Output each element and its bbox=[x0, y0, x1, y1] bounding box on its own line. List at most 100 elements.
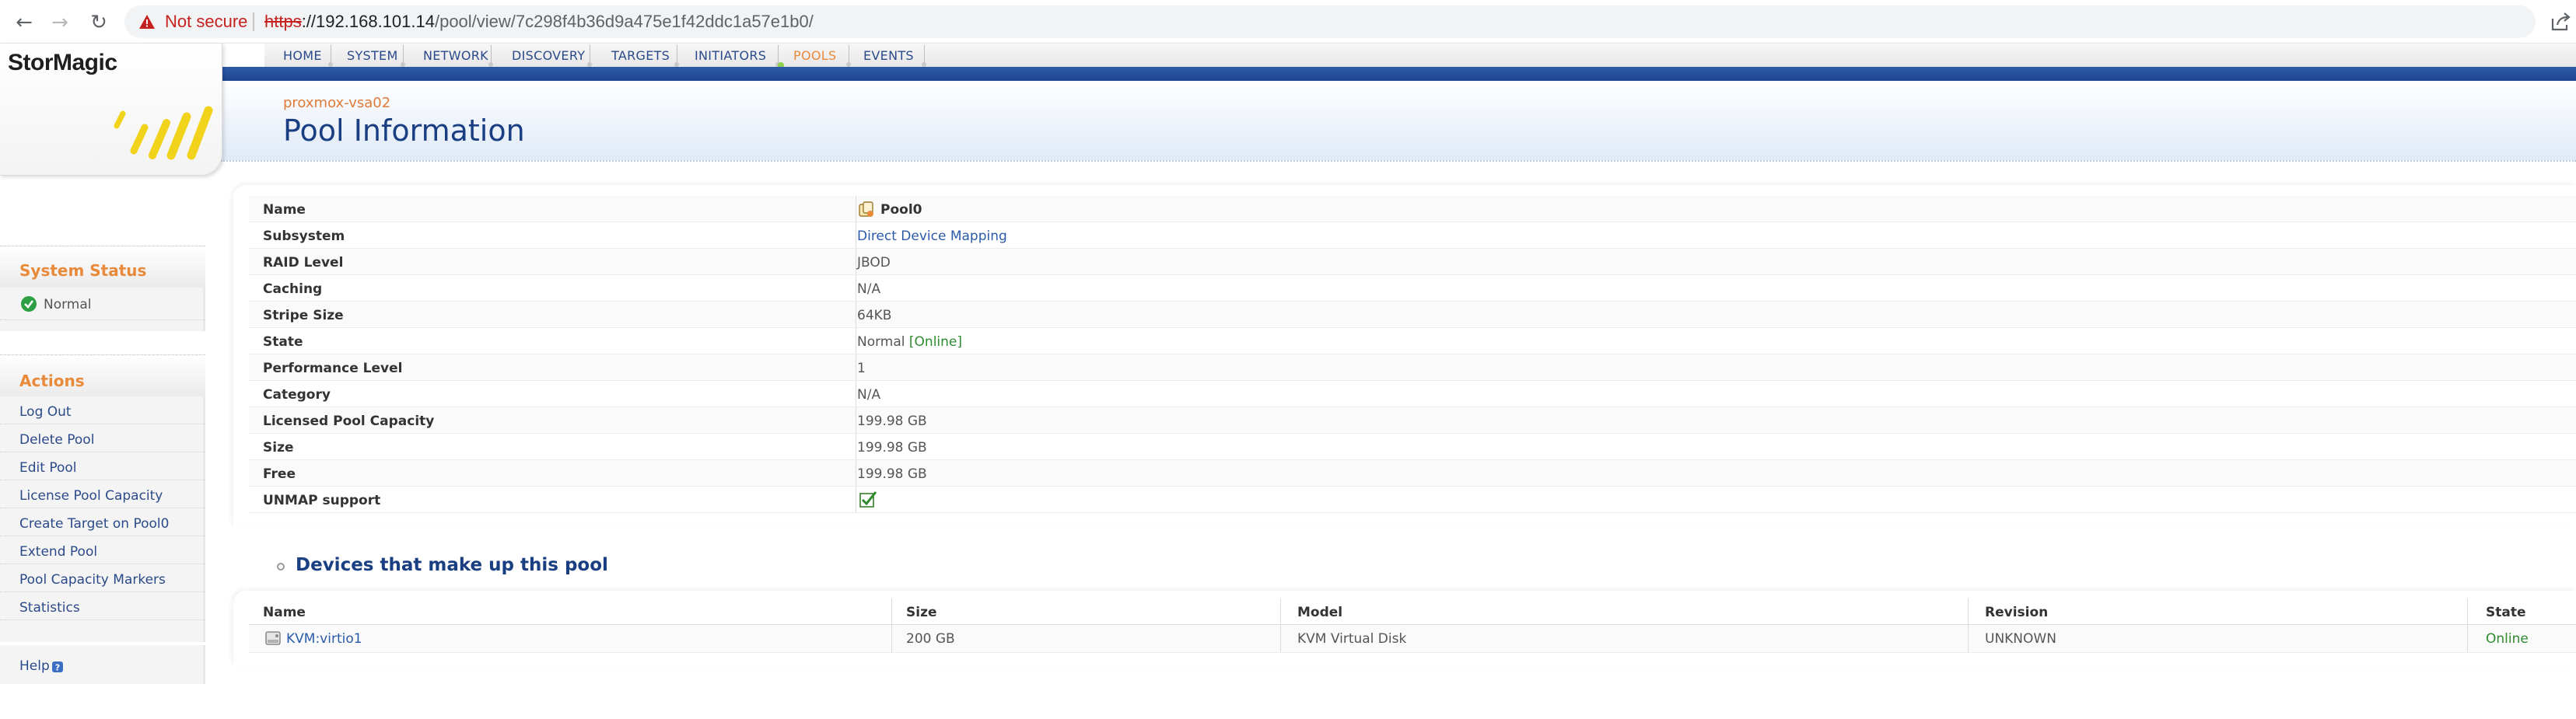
nav-targets[interactable]: TARGETS bbox=[611, 48, 670, 63]
share-icon[interactable] bbox=[2550, 11, 2571, 33]
action-row: Statistics bbox=[0, 592, 205, 620]
raid-level-value: JBOD bbox=[857, 255, 891, 270]
action-row: Edit Pool bbox=[0, 452, 205, 480]
device-size: 200 GB bbox=[906, 631, 955, 647]
nav-divider bbox=[922, 45, 926, 67]
column-divider bbox=[891, 625, 892, 652]
pool-row-caching: Caching N/A bbox=[249, 275, 2576, 302]
row-label: Name bbox=[263, 202, 306, 218]
col-header-model[interactable]: Model bbox=[1297, 605, 1342, 620]
edit-pool-link[interactable]: Edit Pool bbox=[19, 460, 77, 476]
nav-network[interactable]: NETWORK bbox=[423, 48, 488, 63]
performance-level-value: 1 bbox=[857, 361, 866, 376]
status-row: Normal bbox=[0, 289, 205, 320]
svg-text:?: ? bbox=[55, 663, 60, 673]
host-name: proxmox-vsa02 bbox=[283, 95, 391, 111]
size-value: 199.98 GB bbox=[857, 440, 927, 455]
statistics-link[interactable]: Statistics bbox=[19, 600, 80, 616]
license-pool-capacity-link[interactable]: License Pool Capacity bbox=[19, 488, 163, 504]
pool-row-size: Size 199.98 GB bbox=[249, 434, 2576, 460]
url-scheme: https bbox=[264, 12, 302, 31]
nav-pools[interactable]: POOLS bbox=[793, 48, 836, 63]
row-label: Stripe Size bbox=[263, 308, 344, 323]
state-online-badge: [Online] bbox=[908, 334, 963, 350]
row-label: Free bbox=[263, 466, 296, 482]
nav-discovery[interactable]: DISCOVERY bbox=[512, 48, 585, 63]
nav-divider bbox=[401, 45, 405, 67]
caching-value: N/A bbox=[857, 281, 881, 297]
pool-row-unmap: UNMAP support bbox=[249, 487, 2576, 513]
category-value: N/A bbox=[857, 387, 881, 403]
help-box: Help ? bbox=[0, 645, 205, 684]
actions-heading: Actions bbox=[19, 372, 85, 390]
row-label: UNMAP support bbox=[263, 493, 381, 508]
col-header-state[interactable]: State bbox=[2486, 605, 2526, 620]
device-state: Online bbox=[2486, 631, 2529, 647]
log-out-link[interactable]: Log Out bbox=[19, 404, 72, 420]
nav-initiators[interactable]: INITIATORS bbox=[695, 48, 766, 63]
logo-panel: StorMagic bbox=[0, 44, 222, 176]
nav-events[interactable]: EVENTS bbox=[863, 48, 914, 63]
column-divider bbox=[1280, 625, 1281, 652]
devices-panel: Name Size Model Revision State KVM:virti… bbox=[233, 591, 2576, 665]
actions-box: Actions Log Out Delete Pool Edit Pool Li… bbox=[0, 354, 205, 642]
row-label: Subsystem bbox=[263, 229, 345, 244]
url-host: ://192.168.101.14 bbox=[301, 12, 435, 31]
logo[interactable]: StorMagic bbox=[8, 50, 117, 76]
pool-info-table: Name Pool0 Subsystem Direct Device Mappi… bbox=[233, 196, 2576, 515]
not-secure-label[interactable]: Not secure bbox=[165, 12, 247, 32]
row-label: Performance Level bbox=[263, 361, 403, 376]
column-divider bbox=[891, 599, 892, 624]
status-ok-icon bbox=[21, 296, 37, 312]
url-text[interactable]: https://192.168.101.14/pool/view/7c298f4… bbox=[264, 12, 814, 32]
address-bar[interactable]: Not secure https://192.168.101.14/pool/v… bbox=[124, 5, 2536, 38]
table-row: KVM:virtio1 200 GB KVM Virtual Disk UNKN… bbox=[249, 625, 2576, 653]
col-header-size[interactable]: Size bbox=[906, 605, 937, 620]
pool-row-performance: Performance Level 1 bbox=[249, 354, 2576, 381]
action-row: Log Out bbox=[0, 396, 205, 424]
device-name-link[interactable]: KVM:virtio1 bbox=[286, 631, 362, 647]
back-icon[interactable]: ← bbox=[12, 11, 36, 34]
pool-row-raid: RAID Level JBOD bbox=[249, 249, 2576, 275]
pool-row-free: Free 199.98 GB bbox=[249, 460, 2576, 487]
system-status-value: Normal bbox=[44, 297, 92, 312]
forward-icon[interactable]: → bbox=[48, 11, 72, 34]
extend-pool-link[interactable]: Extend Pool bbox=[19, 544, 97, 560]
col-header-name[interactable]: Name bbox=[263, 605, 306, 620]
help-icon[interactable]: ? bbox=[51, 661, 64, 673]
disk-icon bbox=[265, 631, 281, 645]
reload-icon[interactable]: ↻ bbox=[87, 11, 110, 34]
pool-name-value: Pool0 bbox=[880, 202, 922, 218]
checkbox-checked-icon bbox=[859, 491, 877, 508]
action-row: Extend Pool bbox=[0, 536, 205, 564]
action-row: Delete Pool bbox=[0, 424, 205, 452]
free-value: 199.98 GB bbox=[857, 466, 927, 482]
pool-row-category: Category N/A bbox=[249, 381, 2576, 407]
stormagic-logo-mark-icon bbox=[114, 106, 213, 160]
nav-home[interactable]: HOME bbox=[283, 48, 322, 63]
row-label: RAID Level bbox=[263, 255, 344, 270]
column-divider bbox=[1968, 599, 1969, 624]
subsystem-link[interactable]: Direct Device Mapping bbox=[857, 229, 1007, 244]
devices-title: Devices that make up this pool bbox=[296, 555, 608, 575]
nav-divider bbox=[488, 45, 493, 67]
delete-pool-link[interactable]: Delete Pool bbox=[19, 432, 94, 448]
state-value: Normal [Online] bbox=[857, 334, 962, 350]
column-divider bbox=[1280, 599, 1281, 624]
nav-system[interactable]: SYSTEM bbox=[347, 48, 398, 63]
help-link[interactable]: Help bbox=[19, 658, 50, 674]
pool-row-subsystem: Subsystem Direct Device Mapping bbox=[249, 222, 2576, 249]
row-label: Licensed Pool Capacity bbox=[263, 414, 435, 429]
warning-icon bbox=[139, 15, 155, 29]
column-divider bbox=[1968, 625, 1969, 652]
row-label: Caching bbox=[263, 281, 323, 297]
stripe-size-value: 64KB bbox=[857, 308, 892, 323]
row-label: Size bbox=[263, 440, 294, 455]
col-header-revision[interactable]: Revision bbox=[1985, 605, 2048, 620]
pool-capacity-markers-link[interactable]: Pool Capacity Markers bbox=[19, 572, 166, 588]
create-target-link[interactable]: Create Target on Pool0 bbox=[19, 516, 169, 532]
row-label: State bbox=[263, 334, 303, 350]
sidebar: System Status Normal Actions Log Out Del… bbox=[0, 176, 208, 689]
column-divider bbox=[2467, 625, 2468, 652]
system-status-heading: System Status bbox=[19, 261, 147, 280]
